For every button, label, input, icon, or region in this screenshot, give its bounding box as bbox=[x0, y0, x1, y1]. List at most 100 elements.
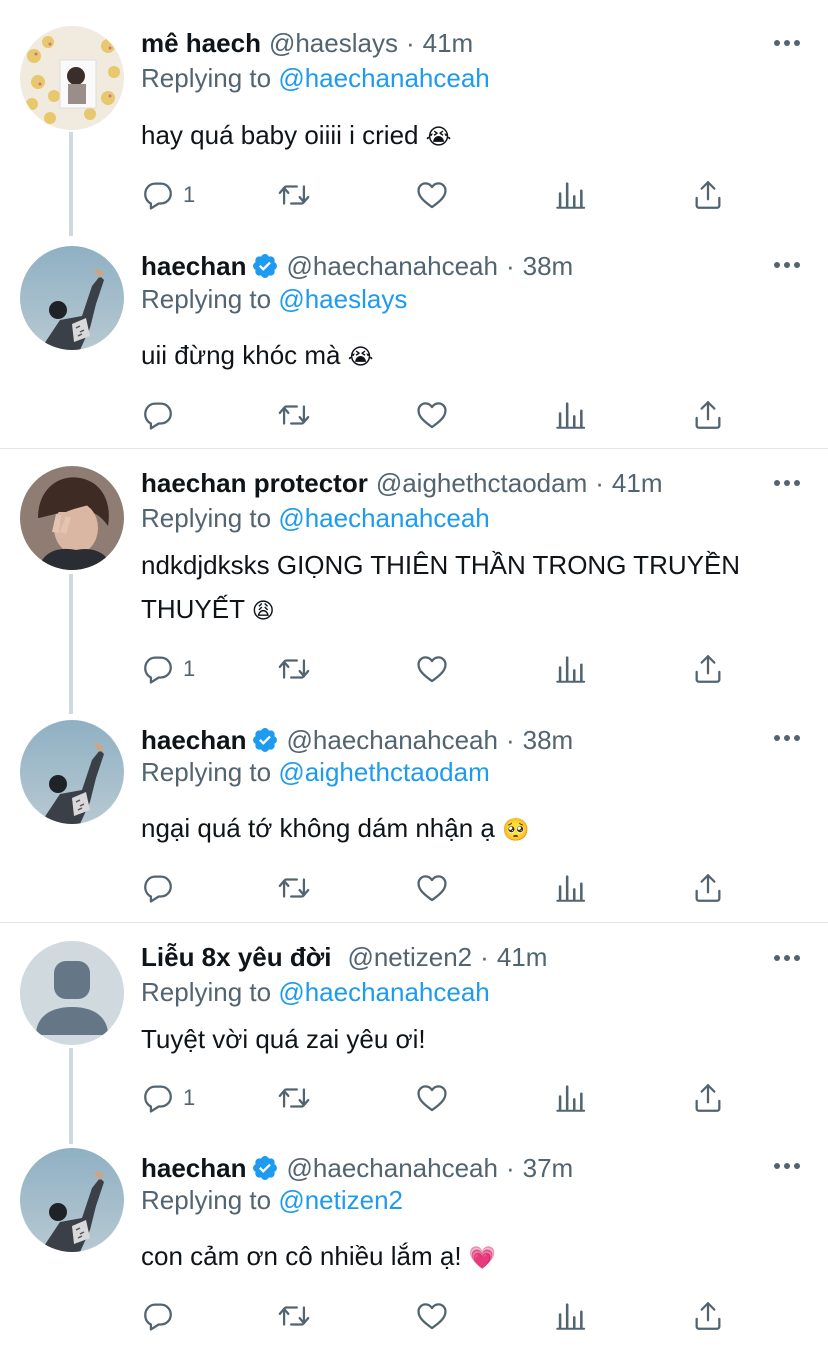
action-bar: 1 bbox=[141, 651, 731, 687]
analytics-button[interactable] bbox=[553, 651, 587, 687]
mention-link[interactable]: @haechanahceah bbox=[278, 63, 489, 93]
like-button[interactable] bbox=[415, 870, 449, 906]
reply-count: 1 bbox=[183, 182, 196, 207]
like-button[interactable] bbox=[415, 397, 449, 433]
user-handle[interactable]: @haechanahceah bbox=[287, 1152, 498, 1184]
analytics-button[interactable] bbox=[553, 1080, 587, 1116]
display-name[interactable]: Liễu 8x yêu đời bbox=[141, 941, 331, 973]
like-button[interactable] bbox=[415, 651, 449, 687]
verified-badge-icon bbox=[251, 252, 279, 280]
timestamp[interactable]: 41m bbox=[423, 27, 474, 59]
user-handle[interactable]: @haechanahceah bbox=[287, 250, 498, 282]
like-button[interactable] bbox=[415, 177, 449, 213]
analytics-button[interactable] bbox=[553, 1298, 587, 1334]
share-button[interactable] bbox=[691, 397, 725, 433]
timestamp[interactable]: 38m bbox=[523, 724, 574, 756]
reply-count: 1 bbox=[183, 656, 196, 681]
tweet[interactable]: haechan protector @aighethctaodam · 41m … bbox=[0, 449, 828, 698]
replying-to: Replying to @aighethctaodam bbox=[141, 756, 490, 788]
more-icon[interactable] bbox=[774, 40, 800, 48]
tweet-body: Tuyệt vời quá zai yêu ơi! bbox=[141, 1024, 426, 1054]
reply-button[interactable] bbox=[141, 1298, 183, 1334]
tweet[interactable]: mê haech @haeslays · 41m Replying to @ha… bbox=[0, 0, 828, 225]
share-button[interactable] bbox=[691, 1080, 725, 1116]
share-button[interactable] bbox=[691, 651, 725, 687]
analytics-icon bbox=[553, 1299, 587, 1333]
user-handle[interactable]: @haechanahceah bbox=[287, 724, 498, 756]
mention-link[interactable]: @aighethctaodam bbox=[278, 757, 489, 787]
avatar[interactable] bbox=[20, 720, 124, 824]
replying-to-label: Replying to bbox=[141, 757, 272, 787]
display-name[interactable]: haechan bbox=[141, 250, 247, 282]
more-icon[interactable] bbox=[774, 1163, 800, 1171]
share-button[interactable] bbox=[691, 177, 725, 213]
tweet[interactable]: haechan @haechanahceah · 38m Replying to… bbox=[0, 225, 828, 448]
display-name[interactable]: haechan bbox=[141, 1152, 247, 1184]
action-bar bbox=[141, 1298, 731, 1334]
analytics-icon bbox=[553, 398, 587, 432]
reply-button[interactable]: 1 bbox=[141, 177, 195, 213]
retweet-button[interactable] bbox=[277, 177, 311, 213]
reply-icon bbox=[141, 1299, 175, 1333]
more-icon[interactable] bbox=[774, 262, 800, 270]
share-button[interactable] bbox=[691, 870, 725, 906]
avatar[interactable] bbox=[20, 246, 124, 350]
user-handle[interactable]: @netizen2 bbox=[347, 941, 472, 973]
reply-icon bbox=[141, 1081, 175, 1115]
like-icon bbox=[415, 178, 449, 212]
action-bar bbox=[141, 397, 731, 433]
analytics-button[interactable] bbox=[553, 870, 587, 906]
tweet-text: hay quá baby oiiii i cried 😭 bbox=[141, 113, 801, 160]
tweet[interactable]: haechan @haechanahceah · 38m Replying to… bbox=[0, 698, 828, 921]
like-button[interactable] bbox=[415, 1298, 449, 1334]
verified-badge-icon bbox=[251, 1154, 279, 1182]
replying-to: Replying to @haechanahceah bbox=[141, 62, 490, 94]
mention-link[interactable]: @haeslays bbox=[278, 284, 407, 314]
analytics-button[interactable] bbox=[553, 177, 587, 213]
reply-count: 1 bbox=[183, 1085, 196, 1110]
user-handle[interactable]: @haeslays bbox=[269, 27, 398, 59]
timestamp[interactable]: 38m bbox=[523, 250, 574, 282]
mention-link[interactable]: @haechanahceah bbox=[278, 977, 489, 1007]
like-icon bbox=[415, 398, 449, 432]
reply-button[interactable] bbox=[141, 397, 183, 433]
reply-button[interactable]: 1 bbox=[141, 651, 195, 687]
like-button[interactable] bbox=[415, 1080, 449, 1116]
analytics-icon bbox=[553, 871, 587, 905]
avatar[interactable] bbox=[20, 1148, 124, 1252]
avatar[interactable] bbox=[20, 466, 124, 570]
display-name[interactable]: haechan protector bbox=[141, 467, 368, 499]
more-icon[interactable] bbox=[774, 480, 800, 488]
share-button[interactable] bbox=[691, 1298, 725, 1334]
tweet-body: ngại quá tớ không dám nhận ạ bbox=[141, 813, 495, 843]
tweet-body: con cảm ơn cô nhiều lắm ạ! bbox=[141, 1241, 462, 1271]
tweet[interactable]: haechan @haechanahceah · 37m Replying to… bbox=[0, 1128, 828, 1346]
timestamp[interactable]: 41m bbox=[612, 467, 663, 499]
timestamp[interactable]: 41m bbox=[497, 941, 548, 973]
avatar[interactable] bbox=[20, 26, 124, 130]
retweet-button[interactable] bbox=[277, 1298, 311, 1334]
more-icon[interactable] bbox=[774, 735, 800, 743]
retweet-button[interactable] bbox=[277, 651, 311, 687]
display-name[interactable]: haechan bbox=[141, 724, 247, 756]
share-icon bbox=[691, 1081, 725, 1115]
analytics-button[interactable] bbox=[553, 397, 587, 433]
mention-link[interactable]: @haechanahceah bbox=[278, 503, 489, 533]
reply-icon bbox=[141, 871, 175, 905]
timestamp[interactable]: 37m bbox=[523, 1152, 574, 1184]
share-icon bbox=[691, 178, 725, 212]
avatar[interactable] bbox=[20, 941, 124, 1045]
reply-button[interactable]: 1 bbox=[141, 1080, 195, 1116]
mention-link[interactable]: @netizen2 bbox=[278, 1185, 403, 1215]
separator-dot: · bbox=[505, 725, 515, 755]
retweet-button[interactable] bbox=[277, 870, 311, 906]
more-icon[interactable] bbox=[774, 955, 800, 963]
tweet[interactable]: Liễu 8x yêu đời @netizen2 · 41m Replying… bbox=[0, 923, 828, 1128]
display-name[interactable]: mê haech bbox=[141, 27, 261, 59]
retweet-button[interactable] bbox=[277, 397, 311, 433]
retweet-button[interactable] bbox=[277, 1080, 311, 1116]
user-handle[interactable]: @aighethctaodam bbox=[376, 467, 587, 499]
retweet-icon bbox=[277, 1299, 311, 1333]
replying-to-label: Replying to bbox=[141, 284, 272, 314]
reply-button[interactable] bbox=[141, 870, 183, 906]
